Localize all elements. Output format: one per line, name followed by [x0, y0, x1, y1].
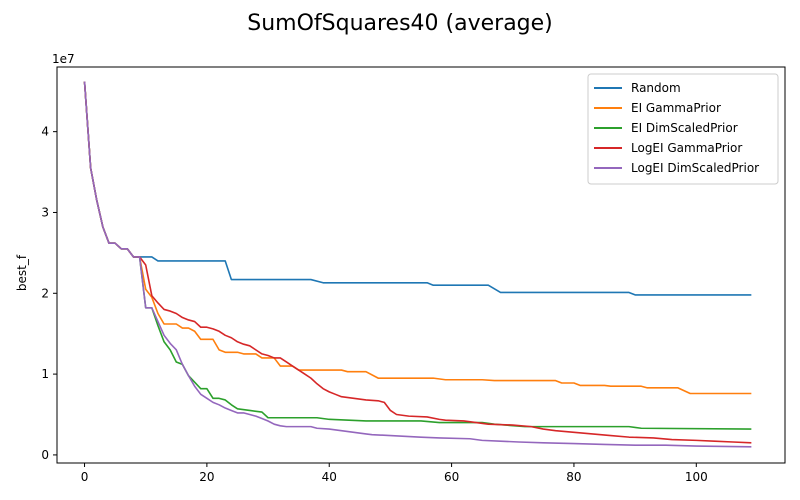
x-tick-label: 0 [81, 470, 89, 484]
y-tick-label: 3 [41, 205, 49, 219]
y-axis: 0 1 2 3 4 [41, 125, 57, 462]
line-chart: SumOfSquares40 (average) 1e7 best_f 0 20 4… [15, 11, 786, 484]
legend-entry: Random [631, 81, 681, 95]
legend-entry: EI DimScaledPrior [631, 121, 738, 135]
legend-entry: LogEI DimScaledPrior [631, 161, 759, 175]
legend: Random EI GammaPrior EI DimScaledPrior LogE… [587, 73, 779, 185]
x-tick-label: 40 [322, 470, 337, 484]
x-tick-label: 20 [199, 470, 214, 484]
y-scale-note: 1e7 [52, 52, 75, 66]
x-tick-label: 60 [444, 470, 459, 484]
x-tick-label: 100 [685, 470, 708, 484]
legend-entry: LogEI GammaPrior [631, 141, 742, 155]
y-tick-label: 4 [41, 125, 49, 139]
x-axis: 0 20 40 60 80 100 [81, 463, 708, 484]
y-axis-label: best_f [15, 254, 29, 291]
x-tick-label: 80 [566, 470, 581, 484]
legend-entry: EI GammaPrior [631, 101, 721, 115]
y-tick-label: 1 [41, 367, 49, 381]
chart-title: SumOfSquares40 (average) [247, 11, 553, 36]
y-tick-label: 0 [41, 448, 49, 462]
y-tick-label: 2 [41, 286, 49, 300]
